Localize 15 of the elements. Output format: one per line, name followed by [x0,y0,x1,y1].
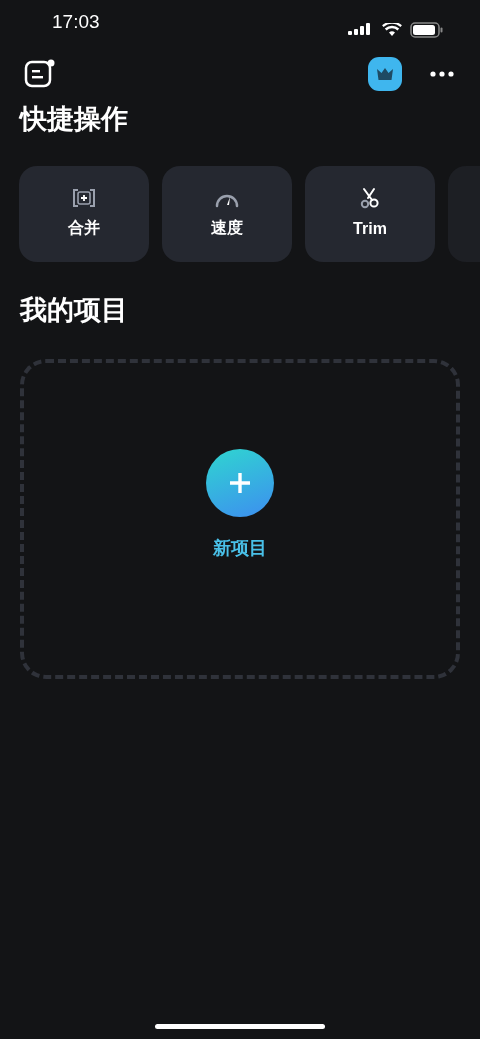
crown-icon[interactable] [368,57,402,91]
notes-icon[interactable] [24,59,56,89]
wifi-icon [382,23,402,37]
battery-icon [410,22,444,38]
quick-action-button[interactable]: 速度 [162,166,292,262]
more-icon[interactable] [430,71,454,77]
merge-icon [72,188,96,208]
status-time: 17:03 [52,10,100,34]
plus-icon [229,471,251,494]
new-project-area[interactable]: 新项目 [20,359,460,679]
new-project-label[interactable]: 新项目 [213,534,267,562]
section-title: 我的项目 [20,294,129,327]
quick-action-button[interactable]: 合并 [19,166,149,262]
quick-action-button[interactable]: Trim [305,166,435,262]
section-title: 快捷操作 [20,103,129,136]
